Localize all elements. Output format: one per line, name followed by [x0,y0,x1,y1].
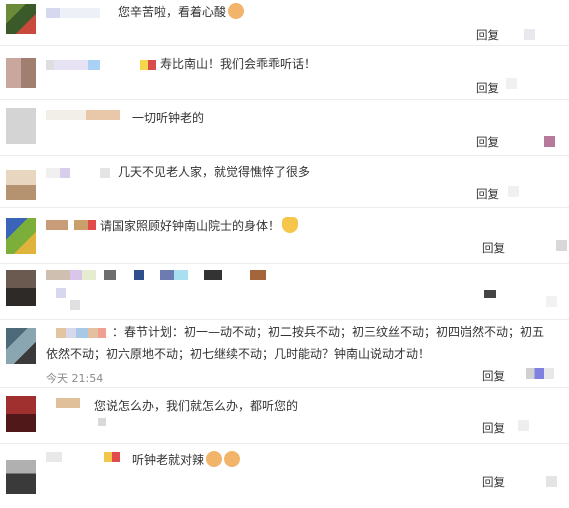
comment-text-line2: 依然不动；初六原地不动；初七继续不动；几时能动？钟南山说动才动！ [46,347,431,361]
username-blurred[interactable] [46,60,156,70]
comment-item: 听钟老就对辣 回复 [0,444,569,508]
avatar[interactable] [6,396,36,432]
reply-button[interactable]: 回复 [476,27,499,43]
reply-button[interactable]: 回复 [482,420,505,436]
baby-emoji-icon [224,451,241,467]
avatar[interactable] [6,218,36,254]
reply-button[interactable]: 回复 [482,240,505,256]
comment-item: 寿比南山！我们会乖乖听话！ 回复 [0,46,569,100]
blurred-content [98,418,106,426]
like-icon[interactable] [526,368,554,379]
like-icon[interactable] [546,476,557,487]
avatar[interactable] [6,170,36,200]
username-blurred[interactable] [46,8,100,18]
reply-button[interactable]: 回复 [476,134,499,150]
reply-button[interactable]: 回复 [476,186,499,202]
comment-item: 您辛苦啦，看着心酸 回复 [0,0,569,46]
username-blurred[interactable] [46,398,80,408]
avatar[interactable] [6,270,36,306]
blurred-content [70,300,80,310]
comment-list: 您辛苦啦，看着心酸 回复 寿比南山！我们会乖乖听话！ 回复 一切听钟老的 回复 … [0,0,569,508]
comment-text: 几天不见老人家，就觉得憔悴了很多 [118,165,311,179]
baby-emoji-icon [206,451,223,467]
comment-item: 请国家照顾好钟南山院士的身体！ 回复 [0,208,569,264]
comment-text: 请国家照顾好钟南山院士的身体！ [100,216,299,236]
reply-button[interactable]: 回复 [476,80,499,96]
comment-item [0,264,569,320]
like-icon[interactable] [518,420,529,431]
comment-item: 几天不见老人家，就觉得憔悴了很多 回复 [0,156,569,208]
username-blurred[interactable] [46,220,96,230]
comment-item: 您说怎么办，我们就怎么办，都听您的 回复 [0,388,569,444]
like-icon[interactable] [508,186,519,197]
avatar[interactable] [6,4,36,34]
comment-text: 您说怎么办，我们就怎么办，都听您的 [94,399,299,413]
username-blurred[interactable] [46,328,106,338]
comment-item: 一切听钟老的 回复 [0,100,569,156]
avatar[interactable] [6,460,36,494]
like-icon[interactable] [546,296,557,307]
like-icon[interactable] [544,136,555,147]
blurred-content [56,288,66,298]
reply-button[interactable]: 回复 [482,474,505,490]
username-blurred[interactable] [46,270,266,280]
comment-time: 今天 21:54 [46,372,104,385]
avatar[interactable] [6,328,36,364]
blurred-content [484,290,496,298]
folded-hands-emoji-icon [282,217,299,233]
cry-emoji-icon [228,3,245,19]
username-blurred[interactable] [46,110,120,120]
comment-text: 您辛苦啦，看着心酸 [118,2,245,22]
comment-text: 听钟老就对辣 [132,450,241,470]
comment-item: ：春节计划：初一—动不动；初二按兵不动；初三纹丝不动；初四岿然不动；初五 依然不… [0,320,569,388]
comment-text-line1: ：春节计划：初一—动不动；初二按兵不动；初三纹丝不动；初四岿然不动；初五 [112,325,545,339]
comment-text: 一切听钟老的 [132,111,205,125]
like-icon[interactable] [556,240,567,251]
like-icon[interactable] [524,29,535,40]
like-icon[interactable] [506,78,517,89]
reply-button[interactable]: 回复 [482,368,505,384]
comment-text: 寿比南山！我们会乖乖听话！ [160,57,317,71]
avatar[interactable] [6,58,36,88]
avatar[interactable] [6,108,36,144]
username-blurred[interactable] [46,168,110,178]
username-blurred[interactable] [46,452,120,462]
